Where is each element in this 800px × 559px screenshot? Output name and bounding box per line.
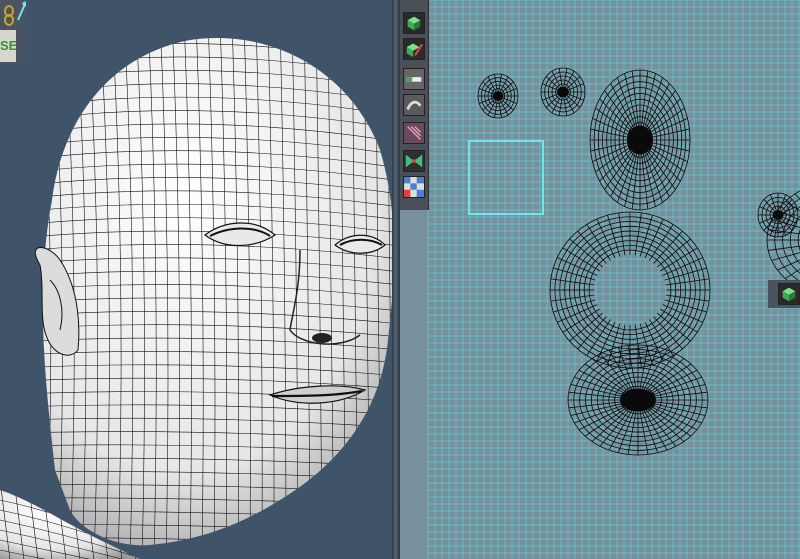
perspective-viewport[interactable]: SE xyxy=(0,0,392,559)
uv-side-toolbar xyxy=(768,280,800,308)
uv-grid xyxy=(400,0,800,559)
uv-cube-icon[interactable] xyxy=(403,12,425,34)
uv-checker-icon[interactable] xyxy=(403,176,425,198)
uv-tool-shelf xyxy=(400,0,429,210)
uv-layout-icon[interactable] xyxy=(403,122,425,144)
head-wireframe-model[interactable] xyxy=(0,0,392,559)
viewport-corner-toolbar: SE xyxy=(0,0,28,64)
uv-move-icon[interactable] xyxy=(403,68,425,90)
uv-shell[interactable] xyxy=(757,192,799,238)
uv-texture-editor[interactable] xyxy=(400,0,800,559)
uv-shell[interactable] xyxy=(589,69,691,211)
uv-unfold-icon[interactable] xyxy=(403,150,425,172)
uv-smudge-icon[interactable] xyxy=(403,94,425,116)
manipulator-icon[interactable] xyxy=(16,0,28,22)
uv-selection-rectangle[interactable] xyxy=(468,140,544,215)
uv-cube-icon[interactable] xyxy=(778,283,800,305)
chain-icon[interactable] xyxy=(2,4,16,26)
uv-cube-edit-icon[interactable] xyxy=(403,38,425,60)
head-surface xyxy=(42,37,392,546)
se-button[interactable]: SE xyxy=(0,30,16,62)
panel-divider[interactable] xyxy=(392,0,400,559)
